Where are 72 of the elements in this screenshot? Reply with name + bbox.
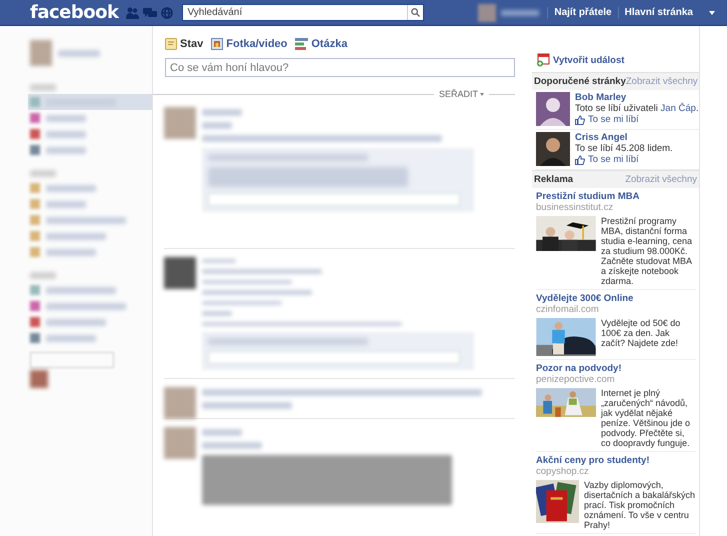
- blurred-avatar: [30, 40, 52, 66]
- page-name-link[interactable]: Criss Angel: [575, 132, 673, 143]
- blurred-text: [58, 50, 100, 56]
- blurred-text: [202, 429, 242, 436]
- blurred-text: [46, 146, 86, 154]
- section-title: Doporučené stránky: [534, 76, 626, 87]
- thumbs-up-icon: [575, 114, 585, 124]
- ad-title-link[interactable]: Pozor na podvody!: [536, 363, 696, 374]
- blurred-avatar: [164, 257, 196, 289]
- blurred-avatar: [478, 4, 496, 22]
- like-link[interactable]: To se mi líbí: [575, 114, 699, 125]
- create-event-link[interactable]: Vytvořit událost: [536, 53, 699, 67]
- blurred-text: [202, 109, 242, 116]
- blurred-avatar: [164, 427, 196, 459]
- blurred-avatar: [164, 387, 196, 419]
- blurred-text: [202, 122, 232, 129]
- search-icon[interactable]: [411, 8, 420, 17]
- blurred-text: [46, 200, 86, 208]
- blurred-text: [30, 170, 56, 176]
- ad-text: Vydělejte od 50€ do 100€ za den. Jak začít? Najdete zde!: [601, 318, 682, 350]
- nav-link[interactable]: Hlavní stránka: [618, 6, 699, 18]
- ad-domain: copyshop.cz: [536, 466, 590, 477]
- blurred-text: [202, 259, 236, 264]
- blurred-text: [202, 311, 232, 316]
- composer-tab[interactable]: Fotka/video: [211, 38, 288, 50]
- blurred-text: [46, 232, 106, 240]
- blurred-text: [501, 10, 540, 16]
- blurred-text: [46, 184, 96, 192]
- blurred-text: [46, 334, 96, 342]
- note-icon: [165, 38, 177, 50]
- nav-link[interactable]: Najít přátele: [547, 6, 618, 18]
- ad-domain: czinfomail.com: [536, 304, 600, 315]
- ad-title-link[interactable]: Akční ceny pro studenty!: [536, 455, 696, 466]
- ad-text: Prestižní programy MBA, distanční forma studia e-learning, cena za studium 98.000Kč. Začněte studovat MBA a získejte notebook zdarma.: [601, 216, 694, 286]
- like-link[interactable]: To se mi líbí: [575, 154, 673, 165]
- friends-icon[interactable]: [126, 6, 140, 18]
- photo-icon: [211, 38, 224, 50]
- ad-domain: penizepoctive.com: [536, 374, 616, 385]
- blurred-avatar: [30, 370, 48, 388]
- blurred-text: [46, 286, 116, 294]
- blurred-text: [46, 318, 106, 326]
- ad-text: Vazby diplomových, disertačních a bakalářských prací. Tisk promočních oznámení. To vše v centru Prahy!: [584, 480, 696, 530]
- section-title: Reklama: [534, 174, 574, 185]
- blurred-text: [30, 272, 56, 278]
- blurred-avatar: [164, 107, 196, 139]
- avatar-icon: [536, 92, 570, 126]
- avatar-icon: [536, 132, 570, 166]
- blurred-text: [30, 84, 56, 90]
- sort-button[interactable]: SEŘADIT: [434, 89, 489, 99]
- blurred-text: [46, 130, 86, 138]
- user-link[interactable]: Jan Čáp: [660, 103, 696, 114]
- thumbs-up-icon: [575, 154, 585, 164]
- blurred-text: [46, 248, 96, 256]
- logo[interactable]: facebook: [30, 2, 118, 23]
- page-description: To se líbí 45.208 lidem.: [575, 143, 673, 154]
- calendar-add-icon: [536, 53, 550, 67]
- blurred-text: [202, 442, 262, 449]
- page-name-link[interactable]: Bob Marley: [575, 92, 699, 103]
- composer-tab[interactable]: Otázka: [295, 38, 348, 50]
- composer-tab[interactable]: Stav: [165, 38, 204, 50]
- globe-icon[interactable]: [161, 6, 174, 18]
- question-list-icon: [295, 38, 308, 50]
- ad-text: Internet je plný „zaručených“ návodů, jak vydělat nějaké peníze. Většinou jde o podvody. Přečtěte si, co doopravdy funguje.: [601, 388, 692, 448]
- ad-title-link[interactable]: Vydělejte 300€ Online: [536, 293, 696, 304]
- dropdown-caret-icon[interactable]: [709, 10, 715, 14]
- blurred-text: [46, 114, 86, 122]
- page-description: Toto se líbí uživateli Jan Čáp.: [575, 103, 699, 114]
- ad-domain: businessinstitut.cz: [536, 202, 614, 213]
- ad-title-link[interactable]: Prestižní studium MBA: [536, 191, 696, 202]
- messages-icon[interactable]: [143, 6, 158, 18]
- search-field[interactable]: Vyhledávání: [182, 4, 424, 21]
- status-input[interactable]: Co se vám honí hlavou?: [165, 58, 515, 77]
